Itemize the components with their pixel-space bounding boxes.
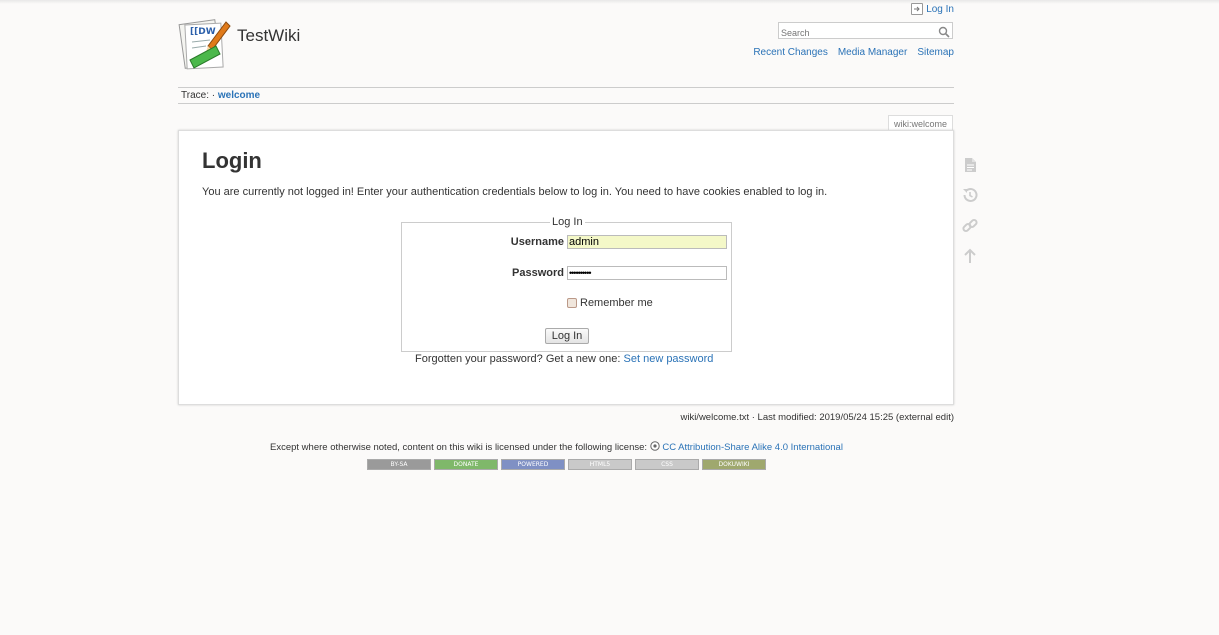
doc-info: wiki/welcome.txt · Last modified: 2019/0… (680, 412, 954, 423)
wiki-logo[interactable]: [[DW (178, 16, 232, 72)
page-content: Login You are currently not logged in! E… (178, 130, 954, 405)
user-tools: Log In (911, 3, 954, 15)
remember-me-label[interactable]: Remember me (580, 297, 653, 309)
forgot-password: Forgotten your password? Get a new one: … (415, 353, 713, 365)
cc-icon (649, 441, 663, 453)
footer-badges: BY-SA DONATE POWERED HTML5 CSS DOKUWIKI (367, 459, 766, 470)
css-badge[interactable]: CSS (635, 459, 699, 470)
php-powered-badge[interactable]: POWERED (501, 459, 565, 470)
trace-divider-bottom (178, 103, 954, 104)
dokuwiki-badge[interactable]: DOKUWIKI (702, 459, 766, 470)
breadcrumb-welcome[interactable]: welcome (218, 90, 260, 101)
remember-me-checkbox[interactable] (567, 298, 577, 308)
username-label: Username (510, 236, 564, 248)
license-link[interactable]: CC Attribution-Share Alike 4.0 Internati… (662, 442, 843, 453)
license-text: Except where otherwise noted, content on… (270, 442, 648, 453)
login-icon (911, 3, 924, 15)
back-to-top-icon[interactable] (961, 247, 979, 265)
html5-badge[interactable]: HTML5 (568, 459, 632, 470)
license-info: Except where otherwise noted, content on… (270, 441, 843, 453)
login-form: Log In Username admin Password •••••••••… (401, 216, 732, 352)
form-legend: Log In (550, 216, 585, 228)
show-page-icon[interactable] (961, 156, 979, 174)
search-icon[interactable] (938, 25, 950, 38)
password-label: Password (512, 267, 564, 279)
recent-changes-link[interactable]: Recent Changes (753, 47, 828, 58)
media-manager-link[interactable]: Media Manager (838, 47, 907, 58)
trace-divider-top (178, 87, 954, 88)
page-title: Login (202, 148, 262, 173)
search-box (778, 22, 953, 41)
login-link[interactable]: Log In (926, 4, 954, 15)
password-field[interactable]: •••••••••• (567, 266, 727, 280)
trace-separator: · (211, 90, 216, 101)
old-revisions-icon[interactable] (961, 186, 979, 204)
trace-label: Trace: (181, 90, 209, 101)
forgot-password-text: Forgotten your password? Get a new one: (415, 353, 621, 365)
username-field[interactable]: admin (567, 235, 727, 249)
sitemap-link[interactable]: Sitemap (917, 47, 954, 58)
donate-badge[interactable]: DONATE (434, 459, 498, 470)
page-id: wiki:welcome (888, 115, 953, 131)
top-shadow (0, 0, 1219, 4)
search-input[interactable] (779, 25, 933, 41)
login-button[interactable]: Log In (545, 328, 589, 344)
site-title[interactable]: TestWiki (237, 26, 300, 46)
cc-badge[interactable]: BY-SA (367, 459, 431, 470)
backlinks-icon[interactable] (961, 217, 979, 235)
site-tools: Recent Changes Media Manager Sitemap (753, 47, 954, 58)
breadcrumb: Trace: · welcome (181, 90, 260, 101)
login-intro: You are currently not logged in! Enter y… (202, 186, 828, 198)
set-new-password-link[interactable]: Set new password (624, 353, 714, 365)
svg-text:[[DW: [[DW (190, 27, 216, 37)
